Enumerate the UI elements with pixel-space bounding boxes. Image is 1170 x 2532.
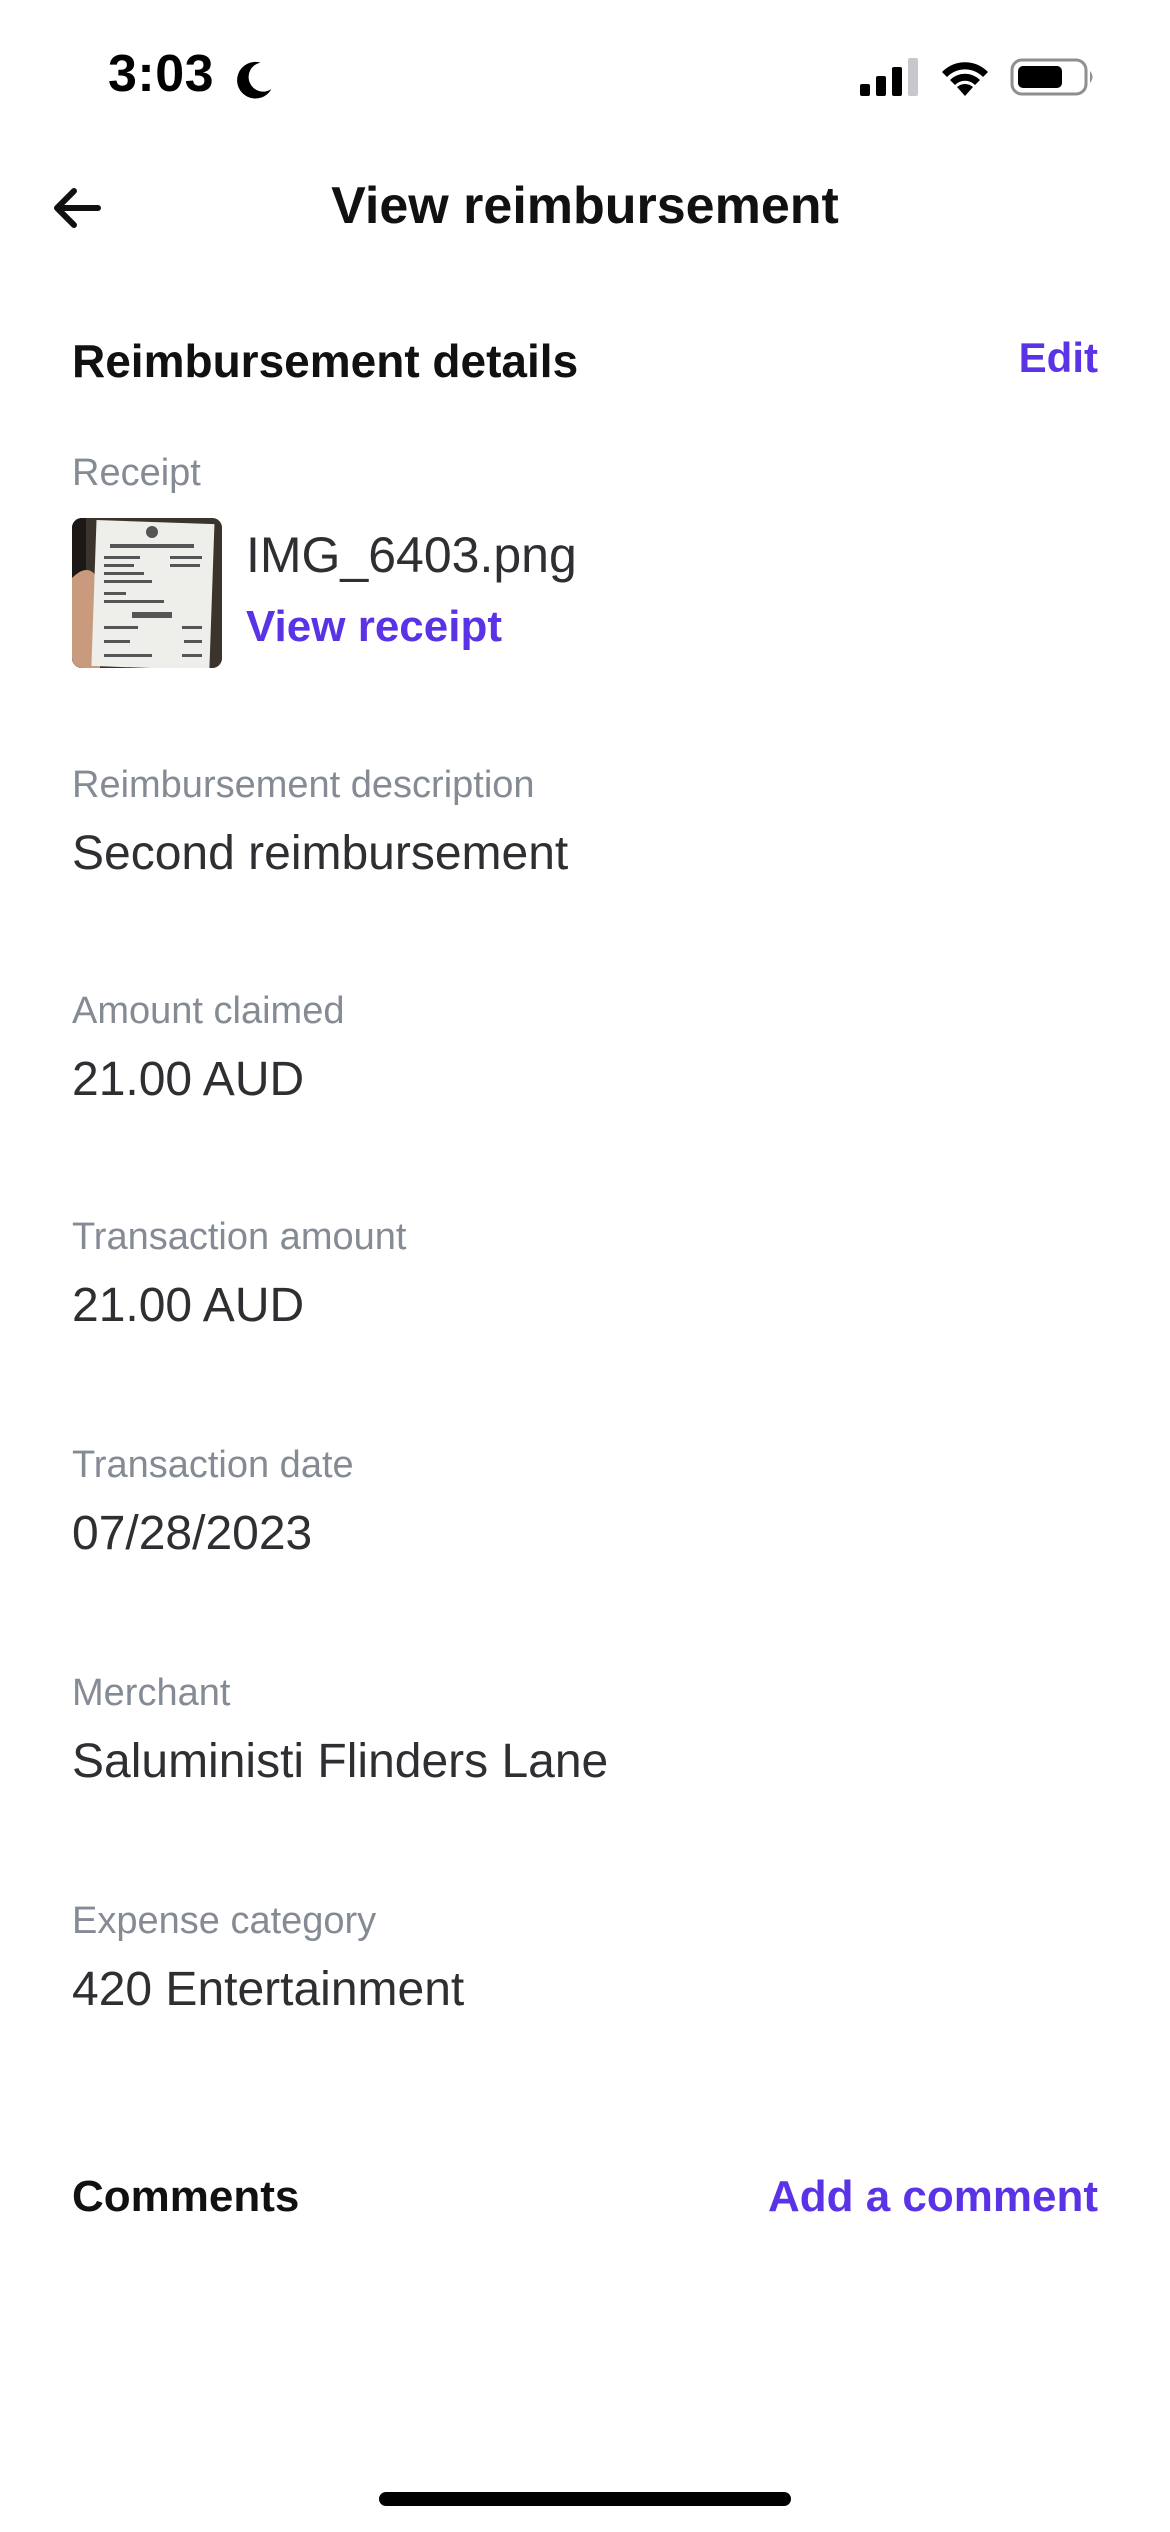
receipt-image — [72, 518, 222, 668]
page-title: View reimbursement — [331, 177, 839, 235]
description-value: Second reimbursement — [72, 827, 569, 880]
edit-button[interactable]: Edit — [1019, 334, 1098, 382]
battery-icon — [1010, 58, 1093, 96]
screen: 3:03 View reimbursement Reimbursement de… — [0, 0, 1170, 2532]
transaction-date-value: 07/28/2023 — [72, 1507, 313, 1560]
section-title: Reimbursement details — [72, 335, 579, 387]
receipt-label: Receipt — [72, 452, 201, 494]
description-label: Reimbursement description — [72, 764, 535, 806]
status-time: 3:03 — [108, 45, 215, 103]
view-receipt-link[interactable]: View receipt — [246, 602, 502, 652]
status-bar: 3:03 — [0, 0, 1170, 150]
expense-category-label: Expense category — [72, 1900, 377, 1942]
merchant-label: Merchant — [72, 1672, 231, 1714]
add-comment-button[interactable]: Add a comment — [768, 2172, 1098, 2222]
moon-icon — [237, 61, 272, 99]
transaction-date-label: Transaction date — [72, 1444, 354, 1486]
amount-claimed-label: Amount claimed — [72, 990, 345, 1032]
amount-claimed-value: 21.00 AUD — [72, 1053, 305, 1106]
receipt-thumbnail[interactable] — [72, 518, 222, 668]
transaction-amount-value: 21.00 AUD — [72, 1279, 305, 1332]
merchant-value: Saluministi Flinders Lane — [72, 1735, 609, 1788]
comments-title: Comments — [72, 2172, 300, 2221]
receipt-file-name: IMG_6403.png — [246, 527, 577, 583]
home-indicator[interactable] — [379, 2492, 791, 2506]
cellular-signal-icon — [860, 58, 918, 96]
expense-category-value: 420 Entertainment — [72, 1963, 465, 2016]
transaction-amount-label: Transaction amount — [72, 1216, 407, 1258]
wifi-icon — [942, 62, 988, 96]
